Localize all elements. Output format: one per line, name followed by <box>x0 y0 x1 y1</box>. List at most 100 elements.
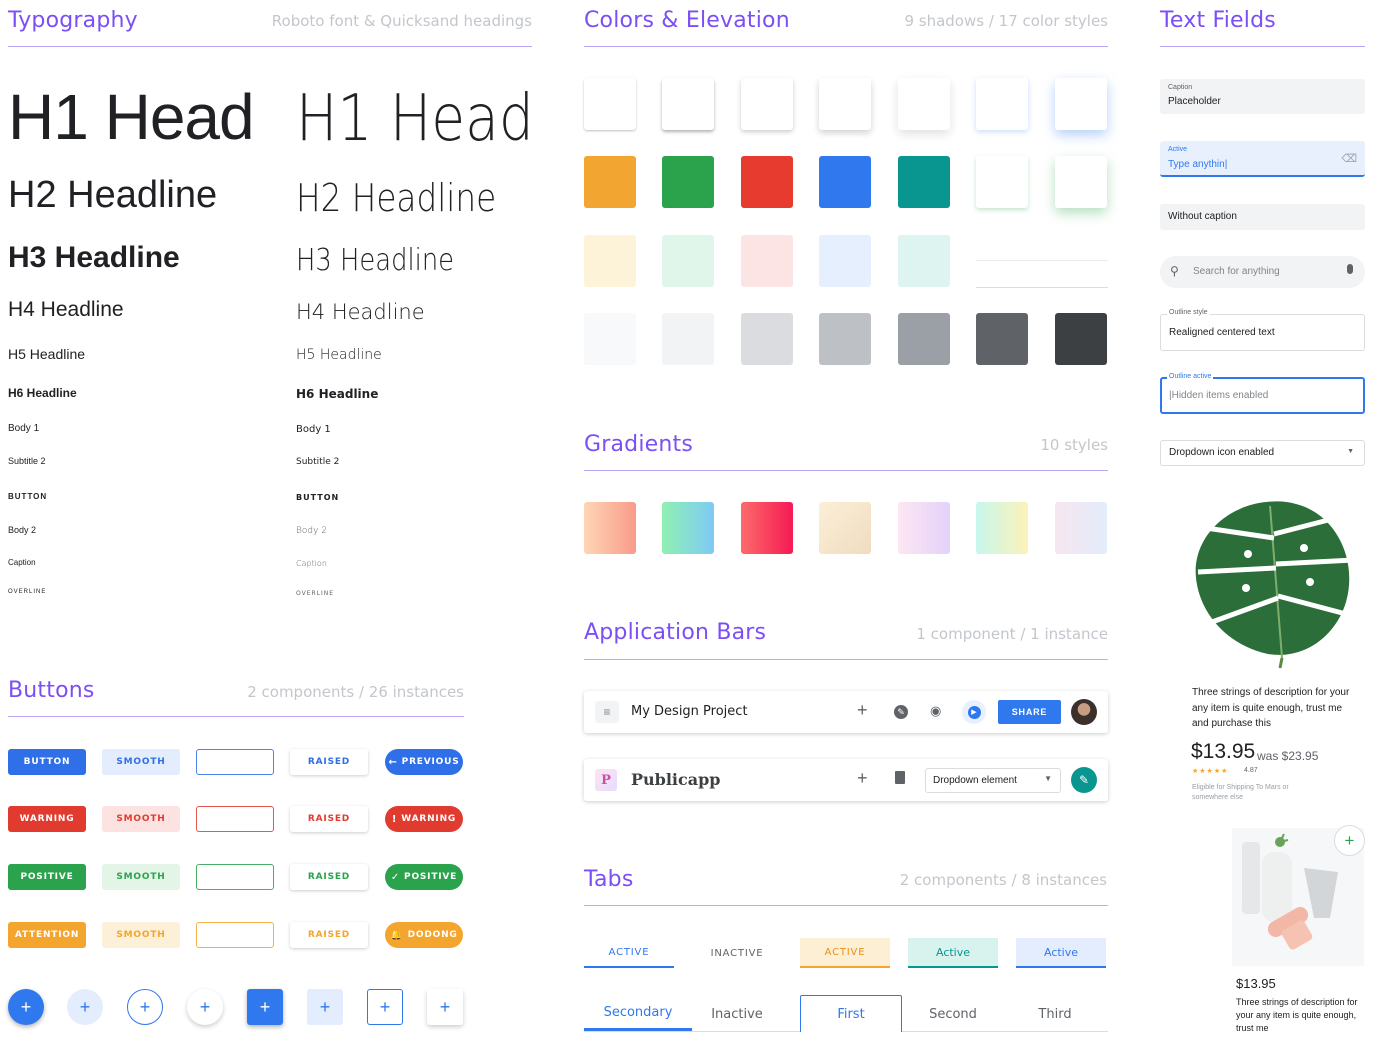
outline-active-text-field[interactable]: Outline active |Hidden items enabled <box>1160 373 1365 414</box>
solid-button[interactable]: POSITIVE <box>8 864 86 890</box>
tab-third[interactable]: Third <box>1004 997 1106 1031</box>
ghost[interactable] <box>196 864 274 890</box>
tabs-subtitle: 2 components / 8 instances <box>899 871 1107 889</box>
button-label: PREVIOUS <box>401 757 460 767</box>
add-icon[interactable]: + <box>857 768 868 789</box>
menu-icon[interactable]: ≡ <box>595 701 619 723</box>
gray-swatch <box>741 313 793 365</box>
app-bar-brand: Publicapp <box>631 770 721 789</box>
textfields-title: Text Fields <box>1160 8 1276 33</box>
check-icon: ✓ <box>390 871 401 883</box>
plus-icon: + <box>199 996 211 1017</box>
pill-button[interactable]: ✓ POSITIVE <box>385 864 463 890</box>
tab-inactive-secondary[interactable]: Inactive <box>692 997 782 1031</box>
solid-button[interactable]: ATTENTION <box>8 922 86 948</box>
tab-active-attention[interactable]: ACTIVE <box>800 938 890 968</box>
appbars-title: Application Bars <box>584 620 767 645</box>
microphone-icon[interactable] <box>1347 264 1353 274</box>
eraser-icon[interactable]: ⌫ <box>1341 152 1357 165</box>
dropdown-element[interactable]: Dropdown element ▼ <box>925 768 1061 793</box>
ghost[interactable] <box>196 806 274 832</box>
avatar[interactable] <box>1071 699 1097 725</box>
add-fab-button[interactable]: + <box>187 989 223 1025</box>
buttons-divider <box>8 716 464 717</box>
typography-quicksand-body1: Body 1 <box>296 424 331 435</box>
pill-button[interactable]: ← PREVIOUS <box>385 749 463 775</box>
search-input[interactable]: ⚲ Search for anything <box>1160 256 1365 288</box>
tab-active-blue[interactable]: Active <box>1016 938 1106 968</box>
typography-roboto-h5: H5 Headline <box>8 346 86 362</box>
gray-swatch <box>819 313 871 365</box>
field-value: Type anythin| <box>1168 159 1228 170</box>
trash-icon[interactable] <box>895 771 905 784</box>
raised-button[interactable]: RAISED <box>290 864 368 890</box>
typography-title: Typography <box>8 8 138 33</box>
tab-second[interactable]: Second <box>902 997 1004 1031</box>
button-label: RAISED <box>307 872 351 882</box>
raised-button[interactable]: RAISED <box>290 749 368 775</box>
play-icon[interactable]: ▶ <box>962 700 986 724</box>
chevron-down-icon: ▼ <box>1347 448 1354 455</box>
smooth-button[interactable]: SMOOTH <box>102 806 180 832</box>
caption-text-field[interactable]: Caption Placeholder <box>1160 79 1365 114</box>
share-button[interactable]: SHARE <box>998 700 1061 724</box>
plus-icon: + <box>259 996 271 1017</box>
button-label: RAISED <box>307 814 351 824</box>
raised-button[interactable]: RAISED <box>290 922 368 948</box>
tab-inactive[interactable]: INACTIVE <box>692 938 782 968</box>
eye-icon[interactable]: ◉ <box>930 703 941 719</box>
solid-button[interactable]: WARNING <box>8 806 86 832</box>
tint-swatch <box>898 235 950 287</box>
raised-button[interactable]: RAISED <box>290 806 368 832</box>
smooth-button[interactable]: SMOOTH <box>102 922 180 948</box>
gradients-title: Gradients <box>584 432 694 457</box>
tab-first[interactable]: First <box>800 995 902 1032</box>
plus-icon: + <box>79 996 91 1017</box>
typography-quicksand-h3: H3 Headline <box>296 243 455 278</box>
typography-quicksand-h6: H6 Headline <box>296 387 379 401</box>
add-fab-button[interactable]: + <box>307 989 343 1025</box>
field-value: Dropdown icon enabled <box>1169 447 1275 458</box>
smooth-button[interactable]: SMOOTH <box>102 749 180 775</box>
monstera-leaf-image <box>1195 501 1355 669</box>
color-swatch <box>741 156 793 208</box>
add-to-cart-button[interactable]: + <box>1334 825 1365 856</box>
add-icon[interactable]: + <box>857 700 868 721</box>
appbars-subtitle: 1 component / 1 instance <box>916 625 1108 643</box>
add-fab-button[interactable]: + <box>8 989 44 1025</box>
pill-button[interactable]: ! WARNING <box>385 806 463 832</box>
add-fab-button[interactable]: + <box>427 989 463 1025</box>
pill-button[interactable]: 🔔 DODONG <box>385 922 463 948</box>
tab-active-teal[interactable]: Active <box>908 938 998 968</box>
active-text-field[interactable]: Active Type anythin| ⌫ <box>1160 141 1365 177</box>
colors-divider <box>584 46 1108 47</box>
no-caption-text-field[interactable]: Without caption <box>1160 204 1365 230</box>
button-label: ATTENTION <box>14 930 80 940</box>
edit-fab[interactable]: ✎ <box>1071 767 1097 793</box>
plus-icon: + <box>319 996 331 1017</box>
gradient-swatch <box>741 502 793 554</box>
add-fab-button[interactable]: + <box>247 989 283 1025</box>
typography-subtitle: Roboto font & Quicksand headings <box>271 12 532 30</box>
add-fab-button[interactable]: + <box>367 989 403 1025</box>
button-label: SMOOTH <box>116 757 166 767</box>
tab-active-underline[interactable]: ACTIVE <box>584 938 674 968</box>
field-value: |Hidden items enabled <box>1169 390 1269 401</box>
ghost[interactable] <box>196 749 274 775</box>
outline-text-field[interactable]: Outline style Realigned centered text <box>1160 309 1365 351</box>
field-value: Realigned centered text <box>1169 327 1275 338</box>
arrow-left-icon: ← <box>388 756 398 768</box>
typography-quicksand-body2: Body 2 <box>296 526 328 536</box>
button-label: SMOOTH <box>116 872 166 882</box>
dropdown-text-field[interactable]: Dropdown icon enabled ▼ <box>1160 440 1365 466</box>
gradient-swatch <box>584 502 636 554</box>
ghost[interactable] <box>196 922 274 948</box>
typography-quicksand-h4: H4 Headline <box>296 300 425 324</box>
add-fab-button[interactable]: + <box>127 989 163 1025</box>
smooth-button[interactable]: SMOOTH <box>102 864 180 890</box>
explore-icon[interactable]: ✎ <box>894 705 908 719</box>
add-fab-button[interactable]: + <box>67 989 103 1025</box>
solid-button[interactable]: BUTTON <box>8 749 86 775</box>
color-swatch <box>662 156 714 208</box>
tab-secondary[interactable]: Secondary <box>584 997 692 1031</box>
